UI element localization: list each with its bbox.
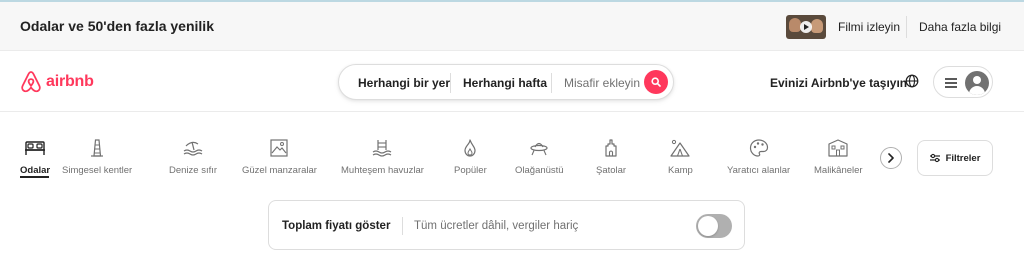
flame-icon xyxy=(464,139,476,157)
learn-more-link[interactable]: Daha fazla bilgi xyxy=(919,20,1001,34)
mansion-icon xyxy=(828,139,848,157)
tent-icon xyxy=(670,139,691,157)
site-header: airbnb Herhangi bir yer Herhangi hafta M… xyxy=(0,52,1024,112)
user-menu-button[interactable] xyxy=(933,66,993,98)
total-price-description: Tüm ücretler dâhil, vergiler hariç xyxy=(414,220,579,232)
airbnb-belo-icon xyxy=(21,71,41,93)
search-button[interactable] xyxy=(644,70,668,94)
category-creative-spaces[interactable]: Yaratıcı alanlar xyxy=(727,138,790,176)
search-divider xyxy=(450,73,451,93)
category-label: Kamp xyxy=(668,165,693,176)
logo-wordmark: airbnb xyxy=(46,73,94,90)
category-beachfront[interactable]: Denize sıfır xyxy=(169,138,217,176)
category-bar: Odalar Simgesel kentler Denize sıfır Güz… xyxy=(0,128,900,188)
category-label: Simgesel kentler xyxy=(62,165,133,176)
total-price-title: Toplam fiyatı göster xyxy=(282,220,391,232)
toggle-knob xyxy=(698,216,718,236)
search-location[interactable]: Herhangi bir yer xyxy=(358,76,450,90)
search-icon xyxy=(651,77,661,87)
total-price-toggle[interactable] xyxy=(696,214,732,238)
search-dates[interactable]: Herhangi hafta xyxy=(463,76,547,90)
airbnb-logo[interactable]: airbnb xyxy=(20,70,94,94)
search-guests[interactable]: Misafir ekleyin xyxy=(564,76,640,90)
announcement-banner: Odalar ve 50'den fazla yenilik Filmi izl… xyxy=(0,2,1024,51)
category-omg[interactable]: Olağanüstü xyxy=(515,138,564,176)
category-label: Güzel manzaralar xyxy=(242,165,317,176)
category-label: Muhteşem havuzlar xyxy=(341,165,424,176)
chevron-right-icon xyxy=(888,153,894,163)
hamburger-icon xyxy=(945,78,957,88)
watch-film-link[interactable]: Filmi izleyin xyxy=(838,20,900,34)
category-label: Popüler xyxy=(454,165,487,176)
search-bar[interactable]: Herhangi bir yer Herhangi hafta Misafir … xyxy=(338,64,674,100)
pool-icon xyxy=(373,140,392,157)
active-category-underline xyxy=(20,176,49,178)
globe-icon[interactable] xyxy=(905,74,919,88)
category-mansions[interactable]: Malikâneler xyxy=(814,138,863,176)
categories-next-button[interactable] xyxy=(880,147,902,169)
castle-icon xyxy=(605,139,617,157)
avatar-icon xyxy=(965,71,989,95)
filter-sliders-icon xyxy=(929,153,940,163)
palette-icon xyxy=(749,139,768,157)
view-frame-icon xyxy=(270,139,289,157)
banner-title: Odalar ve 50'den fazla yenilik xyxy=(20,18,214,34)
category-label: Olağanüstü xyxy=(515,165,564,176)
ufo-icon xyxy=(530,142,548,156)
play-icon xyxy=(800,21,812,33)
category-iconic-cities[interactable]: Simgesel kentler xyxy=(62,138,132,176)
total-price-panel: Toplam fiyatı göster Tüm ücretler dâhil,… xyxy=(268,200,745,250)
banner-divider xyxy=(906,16,907,38)
category-amazing-pools[interactable]: Muhteşem havuzlar xyxy=(341,138,424,176)
category-trending[interactable]: Popüler xyxy=(454,138,487,176)
category-label: Malikâneler xyxy=(814,165,863,176)
category-label: Şatolar xyxy=(596,165,627,176)
landmark-tower-icon xyxy=(91,139,104,157)
filters-button[interactable]: Filtreler xyxy=(917,140,993,176)
bed-icon xyxy=(25,141,46,155)
category-label: Odalar xyxy=(20,165,51,176)
category-amazing-views[interactable]: Güzel manzaralar xyxy=(242,138,317,176)
video-thumbnail[interactable] xyxy=(786,15,826,39)
category-castles[interactable]: Şatolar xyxy=(596,138,626,176)
category-camping[interactable]: Kamp xyxy=(668,138,693,176)
beachfront-icon xyxy=(183,141,203,156)
category-rooms[interactable]: Odalar xyxy=(20,138,50,176)
category-label: Denize sıfır xyxy=(169,165,218,176)
become-host-link[interactable]: Evinizi Airbnb'ye taşıyın xyxy=(770,76,907,90)
thumbnail-person xyxy=(811,19,823,33)
category-label: Yaratıcı alanlar xyxy=(727,165,791,176)
search-divider xyxy=(551,73,552,93)
filters-label: Filtreler xyxy=(945,152,981,164)
price-divider xyxy=(402,217,403,235)
